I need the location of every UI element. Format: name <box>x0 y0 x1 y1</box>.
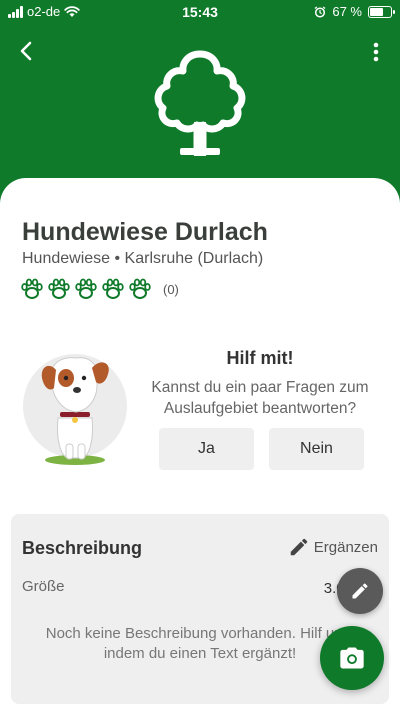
paw-icon <box>21 278 43 299</box>
paw-icon <box>102 278 124 299</box>
back-arrow-icon <box>20 41 32 61</box>
dog-illustration <box>23 354 127 465</box>
paw-rating <box>20 278 152 300</box>
yes-button[interactable]: Ja <box>159 428 254 470</box>
more-vertical-icon <box>373 42 379 62</box>
paw-icon <box>129 278 151 299</box>
status-right: 67 % <box>314 4 395 19</box>
battery-percent: 67 % <box>332 4 362 19</box>
rating-count: (0) <box>163 281 179 297</box>
description-title: Beschreibung <box>22 538 143 558</box>
pencil-icon <box>290 538 308 556</box>
size-label: Größe <box>22 578 65 595</box>
edit-description-button[interactable]: Ergänzen <box>288 536 378 558</box>
rating[interactable]: (0) <box>20 278 179 300</box>
edit-fab[interactable] <box>337 568 383 614</box>
help-text: Kannst du ein paar Fragen zum Auslaufgeb… <box>151 379 369 417</box>
edit-label: Ergänzen <box>313 538 378 556</box>
place-title: Hundewiese Durlach <box>22 218 268 246</box>
pencil-icon <box>352 583 368 599</box>
camera-fab[interactable] <box>320 626 384 690</box>
help-title: Hilf mit! <box>226 348 294 368</box>
place-subtitle: Hundewiese • Karlsruhe (Durlach) <box>22 250 264 267</box>
camera-icon <box>340 647 364 669</box>
status-bar: o2-de 15:43 67 % <box>0 0 400 26</box>
battery-icon <box>368 5 395 18</box>
back-button[interactable] <box>12 36 42 66</box>
paw-icon <box>48 278 70 299</box>
more-menu-button[interactable] <box>366 38 386 68</box>
description-empty-text: Noch keine Beschreibung vorhanden. Hilf … <box>45 625 355 662</box>
alarm-icon <box>314 6 326 18</box>
battery-fill <box>370 7 383 16</box>
paw-icon <box>75 278 97 299</box>
no-button[interactable]: Nein <box>269 428 364 470</box>
tree-icon <box>154 50 246 156</box>
